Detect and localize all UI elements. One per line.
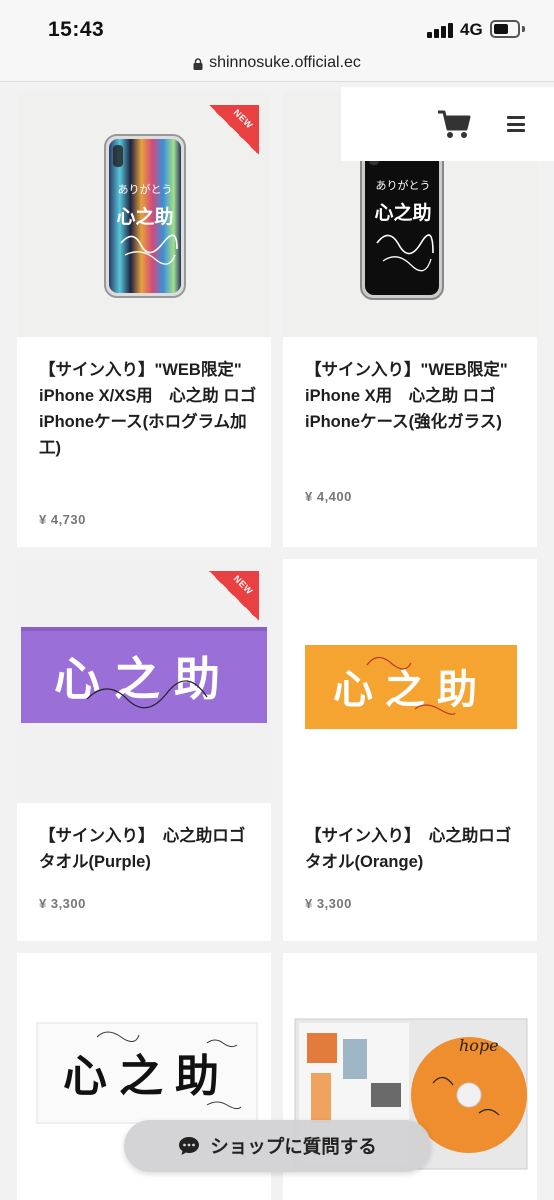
product-price: ¥ 4,730 [39, 512, 86, 527]
product-title[interactable]: 【サイン入り】 心之助ロゴタオル(Purple) [39, 823, 261, 875]
product-title[interactable]: 【サイン入り】"WEB限定" iPhone X用 心之助 ロゴiPhoneケース… [305, 357, 527, 435]
site-header [341, 87, 554, 161]
chat-icon [179, 1137, 200, 1155]
product-image-towel-purple[interactable]: 心之助 NEW [17, 559, 271, 803]
battery-icon [490, 20, 520, 38]
case-arigato-text: ありがとう [376, 178, 431, 192]
hamburger-menu-icon[interactable] [507, 116, 525, 132]
battery-tip [522, 26, 525, 32]
status-bar: 15:43 4G [0, 0, 554, 54]
towel-logo-text: 心之助 [63, 1051, 231, 1102]
case-logo-text: 心之助 [374, 201, 431, 224]
product-title[interactable]: 【サイン入り】"WEB限定" iPhone X/XS用 心之助 ロゴiPhone… [39, 357, 261, 461]
product-card[interactable]: 心之助 【サイン入り】 心之助ロゴタオル(Orange) ¥ 3,300 [283, 559, 537, 941]
address-bar[interactable]: shinnosuke.official.ec [0, 54, 554, 82]
signal-icon [427, 22, 455, 38]
status-time: 15:43 [48, 18, 105, 41]
product-card[interactable]: ありがとう 心之助 【サイン入り】"WEB限定" iPhone X用 心之助 ロ… [283, 93, 537, 547]
product-price: ¥ 3,300 [39, 896, 86, 911]
ask-shop-label: ショップに質問する [210, 1136, 377, 1157]
product-title[interactable]: 【サイン入り】 心之助ロゴタオル(Orange) [305, 823, 527, 875]
network-type: 4G [460, 20, 483, 39]
cd-title-text: hope [459, 1036, 499, 1055]
lock-icon [193, 58, 203, 70]
product-price: ¥ 3,300 [305, 896, 352, 911]
product-grid: ありがとう 心之助 NEW 【サイン入り】"WEB限定" iPhone X/XS… [0, 83, 554, 1200]
product-image-phone-case-hologram[interactable]: ありがとう 心之助 NEW [17, 93, 271, 337]
product-card[interactable]: ありがとう 心之助 NEW 【サイン入り】"WEB限定" iPhone X/XS… [17, 93, 271, 547]
product-price: ¥ 4,400 [305, 489, 352, 504]
url-text: shinnosuke.official.ec [209, 54, 361, 71]
towel-logo-text: 心之助 [333, 667, 489, 713]
ask-shop-button[interactable]: ショップに質問する [124, 1120, 431, 1172]
product-card[interactable]: 心之助 NEW 【サイン入り】 心之助ロゴタオル(Purple) ¥ 3,300 [17, 559, 271, 941]
case-logo-text: 心之助 [116, 205, 173, 228]
towel-logo-text: 心之助 [54, 652, 234, 706]
cart-icon[interactable] [437, 109, 471, 139]
product-image-towel-orange[interactable]: 心之助 [283, 559, 537, 803]
case-arigato-text: ありがとう [118, 182, 173, 196]
